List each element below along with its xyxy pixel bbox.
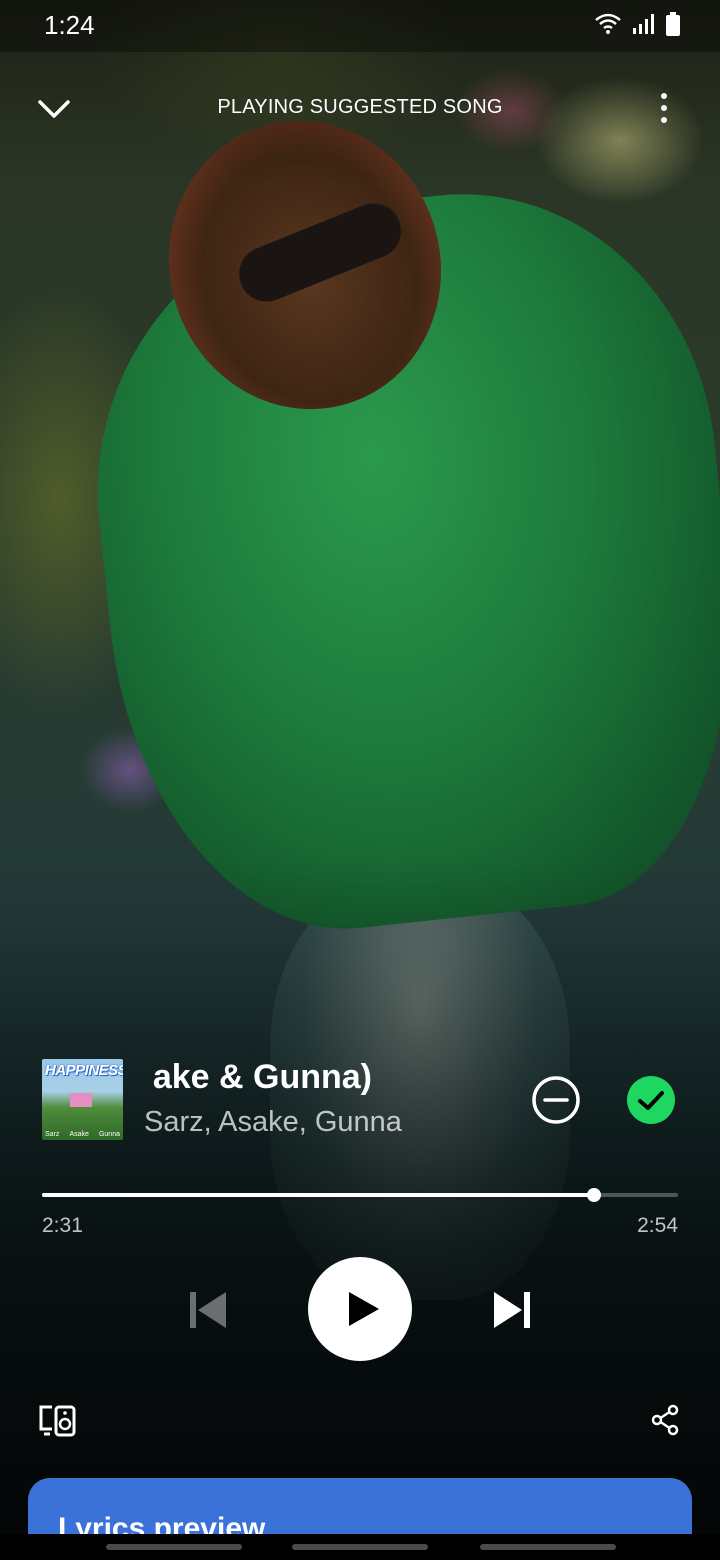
- nav-back-handle[interactable]: [480, 1544, 616, 1550]
- album-art-title: HAPPINESS: [45, 1062, 123, 1079]
- share-icon[interactable]: [650, 1404, 680, 1436]
- system-nav-bar: [0, 1534, 720, 1560]
- play-icon: [349, 1292, 379, 1326]
- status-icons: [594, 12, 680, 36]
- battery-icon: [666, 12, 680, 36]
- more-vertical-icon[interactable]: [652, 90, 676, 126]
- remove-circle-icon[interactable]: [530, 1074, 582, 1126]
- wifi-icon: [595, 13, 621, 34]
- album-art-house: [70, 1093, 92, 1107]
- progress-bar[interactable]: [42, 1188, 678, 1202]
- time-total: 2:54: [637, 1214, 678, 1237]
- track-artists[interactable]: Sarz, Asake, Gunna: [144, 1106, 402, 1139]
- track-title: ake & Gunna): [152, 1058, 372, 1096]
- album-art[interactable]: HAPPINESS Sarz Asake Gunna: [42, 1059, 123, 1140]
- skip-next-icon[interactable]: [490, 1288, 534, 1332]
- progress-fill: [42, 1193, 595, 1197]
- track-title-marquee[interactable]: ake & Gunna): [144, 1058, 404, 1102]
- header-title: PLAYING SUGGESTED SONG: [217, 96, 503, 118]
- progress-thumb[interactable]: [587, 1188, 602, 1202]
- album-art-credit: Asake: [69, 1131, 89, 1138]
- status-time: 1:24: [44, 10, 95, 40]
- nav-recents-handle[interactable]: [106, 1544, 242, 1550]
- album-art-credit: Sarz: [45, 1131, 60, 1138]
- nav-home-handle[interactable]: [292, 1544, 428, 1550]
- time-elapsed: 2:31: [42, 1214, 83, 1237]
- now-playing-screen: 1:24 PLAYING SUGGESTED SONG HAPPINESS Sa…: [0, 0, 720, 1560]
- connect-devices-icon[interactable]: [38, 1404, 78, 1438]
- status-bar: 1:24: [0, 0, 720, 52]
- album-art-credit: Gunna: [98, 1131, 120, 1138]
- album-art-credits: Sarz Asake Gunna: [45, 1131, 120, 1138]
- play-button[interactable]: [308, 1257, 412, 1361]
- check-circle-icon[interactable]: [626, 1075, 676, 1125]
- skip-previous-icon[interactable]: [186, 1288, 230, 1332]
- signal-icon: [633, 14, 654, 34]
